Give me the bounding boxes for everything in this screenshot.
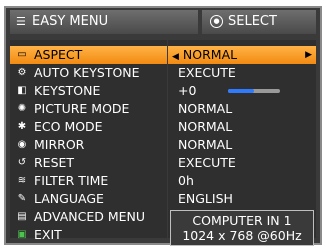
dpad-select-icon: ● (210, 15, 223, 28)
keystone-icon: ◧ (17, 85, 27, 96)
menu-item-label: MIRROR (34, 137, 85, 152)
mirror-value: NORMAL (178, 137, 233, 152)
menu-list-icon: ☰ (16, 15, 26, 28)
aspect-value: NORMAL (182, 47, 238, 62)
eco-mode-value: NORMAL (178, 119, 233, 134)
select-hint-bar: ● SELECT (202, 10, 316, 34)
menu-item-label: AUTO KEYSTONE (34, 65, 140, 80)
reset-icon: ↺ (17, 157, 27, 168)
filter-time-icon: ≋ (17, 175, 27, 186)
select-hint: SELECT (228, 14, 277, 29)
language-icon: ✎ (17, 193, 27, 204)
menu-item-label: LANGUAGE (34, 191, 104, 206)
auto-keystone-icon: ⚙ (17, 67, 27, 78)
keystone-slider-fill (228, 89, 254, 93)
picture-mode-value: NORMAL (178, 101, 233, 116)
menu-item-mirror[interactable]: ◉ MIRROR (10, 136, 167, 154)
input-source: COMPUTER IN 1 (192, 213, 292, 228)
input-resolution: 1024 x 768 @60Hz (182, 228, 302, 243)
aspect-value-selector[interactable]: ◀ NORMAL ▶ (168, 46, 316, 64)
menu-item-eco-mode[interactable]: ✱ ECO MODE (10, 118, 167, 136)
menu-values-column: ◀ NORMAL ▶ EXECUTE +0 NORMAL NORMAL NORM… (168, 40, 316, 238)
filter-time-value: 0h (178, 173, 194, 188)
menu-item-label: PICTURE MODE (34, 101, 130, 116)
menu-item-picture-mode[interactable]: ✺ PICTURE MODE (10, 100, 167, 118)
keystone-value: +0 (178, 83, 197, 98)
menu-items-column: ▭ ASPECT ⚙ AUTO KEYSTONE ◧ KEYSTONE ✺ PI… (10, 40, 167, 242)
menu-item-label: ECO MODE (34, 119, 103, 134)
eco-mode-icon: ✱ (17, 121, 27, 132)
menu-item-label: ADVANCED MENU (34, 209, 146, 224)
menu-title-bar: ☰ EASY MENU (10, 10, 198, 34)
keystone-value-row: +0 (168, 82, 316, 100)
menu-item-label: ASPECT (34, 47, 83, 62)
easy-menu-panel: ☰ EASY MENU ● SELECT ▭ ASPECT ⚙ AUTO KEY… (4, 6, 322, 246)
menu-item-advanced-menu[interactable]: ▤ ADVANCED MENU (10, 208, 167, 226)
picture-mode-icon: ✺ (17, 103, 27, 114)
input-info-box: COMPUTER IN 1 1024 x 768 @60Hz (170, 210, 314, 246)
exit-icon: ▣ (17, 229, 27, 240)
arrow-right-icon[interactable]: ▶ (305, 46, 312, 64)
menu-item-keystone[interactable]: ◧ KEYSTONE (10, 82, 167, 100)
menu-item-exit[interactable]: ▣ EXIT (10, 226, 167, 244)
aspect-icon: ▭ (17, 49, 27, 60)
menu-item-aspect[interactable]: ▭ ASPECT (10, 46, 167, 64)
menu-item-label: RESET (34, 155, 75, 170)
mirror-icon: ◉ (17, 139, 27, 150)
menu-title: EASY MENU (32, 14, 109, 29)
menu-item-label: KEYSTONE (34, 83, 101, 98)
menu-item-auto-keystone[interactable]: ⚙ AUTO KEYSTONE (10, 64, 167, 82)
menu-item-label: EXIT (34, 227, 62, 242)
keystone-slider[interactable] (228, 89, 280, 93)
menu-item-reset[interactable]: ↺ RESET (10, 154, 167, 172)
arrow-left-icon[interactable]: ◀ (172, 52, 179, 62)
menu-item-label: FILTER TIME (34, 173, 109, 188)
language-value: ENGLISH (178, 191, 233, 206)
reset-value: EXECUTE (178, 155, 236, 170)
advanced-menu-icon: ▤ (17, 211, 27, 222)
auto-keystone-value: EXECUTE (178, 65, 236, 80)
menu-item-filter-time[interactable]: ≋ FILTER TIME (10, 172, 167, 190)
menu-item-language[interactable]: ✎ LANGUAGE (10, 190, 167, 208)
